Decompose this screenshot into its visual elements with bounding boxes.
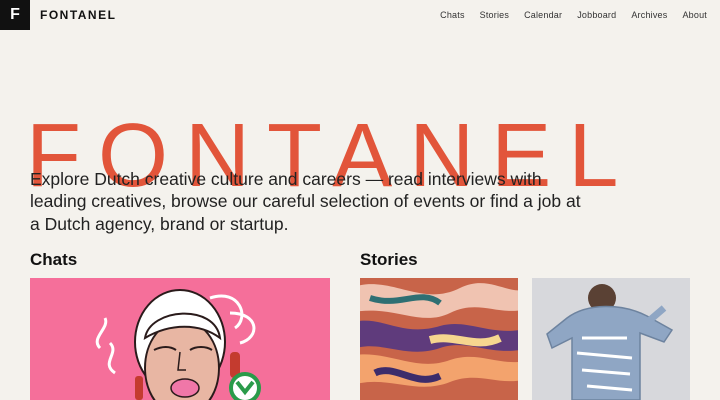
fashion-photo [532, 278, 690, 400]
section-title-chats[interactable]: Chats [30, 250, 77, 270]
top-bar: F FONTANEL Chats Stories Calendar Jobboa… [0, 0, 720, 30]
chat-card-image[interactable] [30, 278, 330, 400]
section-title-stories[interactable]: Stories [360, 250, 418, 270]
story-card-image-abstract[interactable] [360, 278, 518, 400]
main-nav: Chats Stories Calendar Jobboard Archives… [440, 10, 707, 20]
intro-text: Explore Dutch creative culture and caree… [30, 168, 581, 234]
portrait-illustration [95, 289, 261, 400]
abstract-artwork [360, 278, 518, 400]
nav-stories[interactable]: Stories [480, 10, 509, 20]
nav-archives[interactable]: Archives [631, 10, 667, 20]
nav-about[interactable]: About [682, 10, 707, 20]
nav-calendar[interactable]: Calendar [524, 10, 562, 20]
nav-jobboard[interactable]: Jobboard [577, 10, 616, 20]
brand-name[interactable]: FONTANEL [40, 8, 116, 22]
logo[interactable]: F [0, 0, 30, 30]
nav-chats[interactable]: Chats [440, 10, 465, 20]
story-card-image-fashion[interactable] [532, 278, 690, 400]
